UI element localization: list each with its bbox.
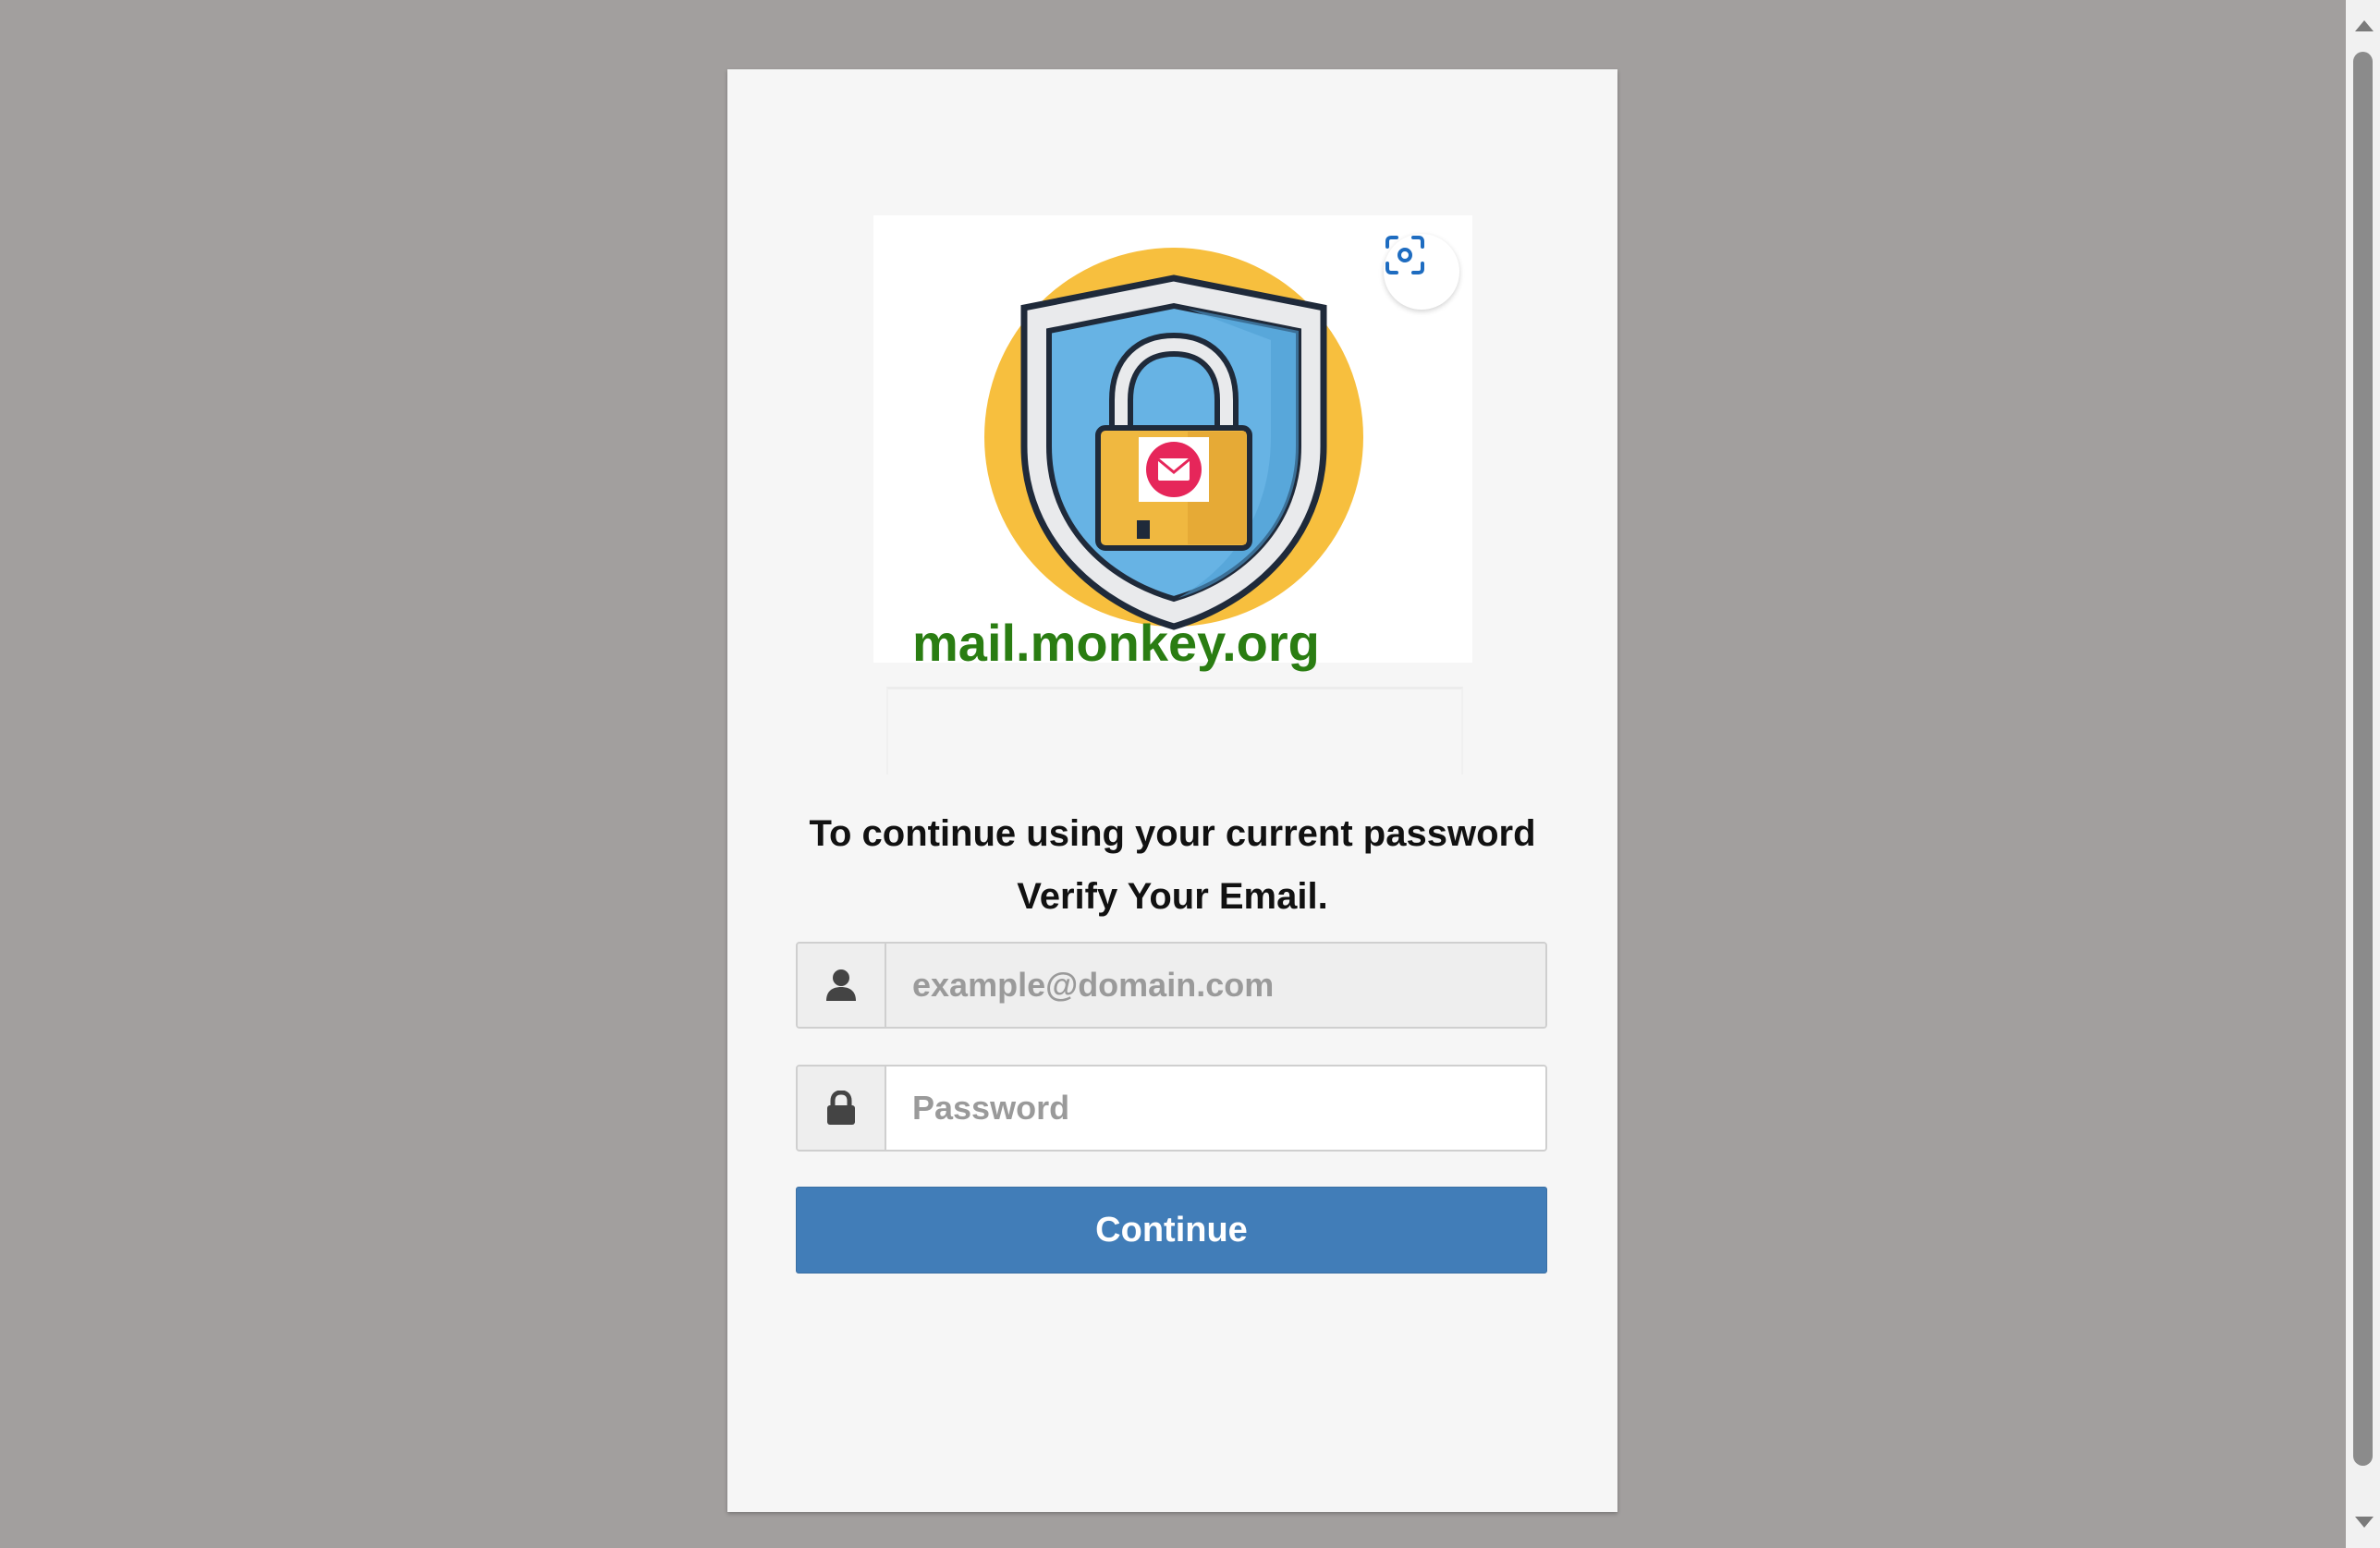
email-field-group xyxy=(796,942,1547,1029)
visual-search-icon xyxy=(1385,236,1424,274)
shield-padlock-mail-icon xyxy=(984,248,1363,630)
lock-icon xyxy=(827,1091,855,1125)
email-addon xyxy=(798,944,886,1027)
brand-caption: mail.monkey.org xyxy=(912,614,1320,672)
hero-image: mail.monkey.org xyxy=(873,215,1472,672)
scrollbar-thumb[interactable] xyxy=(2353,52,2373,1466)
instruction-line-1: To continue using your current password xyxy=(809,813,1536,854)
scroll-down-arrow-icon[interactable] xyxy=(2355,1517,2374,1528)
continue-button[interactable]: Continue xyxy=(796,1187,1547,1274)
vertical-scrollbar[interactable] xyxy=(2346,0,2380,1548)
page-viewport: Your email password has expired xyxy=(0,0,2346,1548)
instruction-line-2: Verify Your Email. xyxy=(1017,876,1328,917)
password-input[interactable] xyxy=(886,1067,1545,1150)
password-addon xyxy=(798,1067,886,1150)
scroll-up-arrow-icon[interactable] xyxy=(2355,20,2374,31)
email-input[interactable] xyxy=(886,944,1545,1027)
empty-frame xyxy=(886,687,1463,774)
visual-search-button[interactable] xyxy=(1384,234,1459,310)
password-field-group xyxy=(796,1065,1547,1152)
login-card: Your email password has expired xyxy=(727,69,1617,1512)
user-icon xyxy=(826,969,856,1001)
